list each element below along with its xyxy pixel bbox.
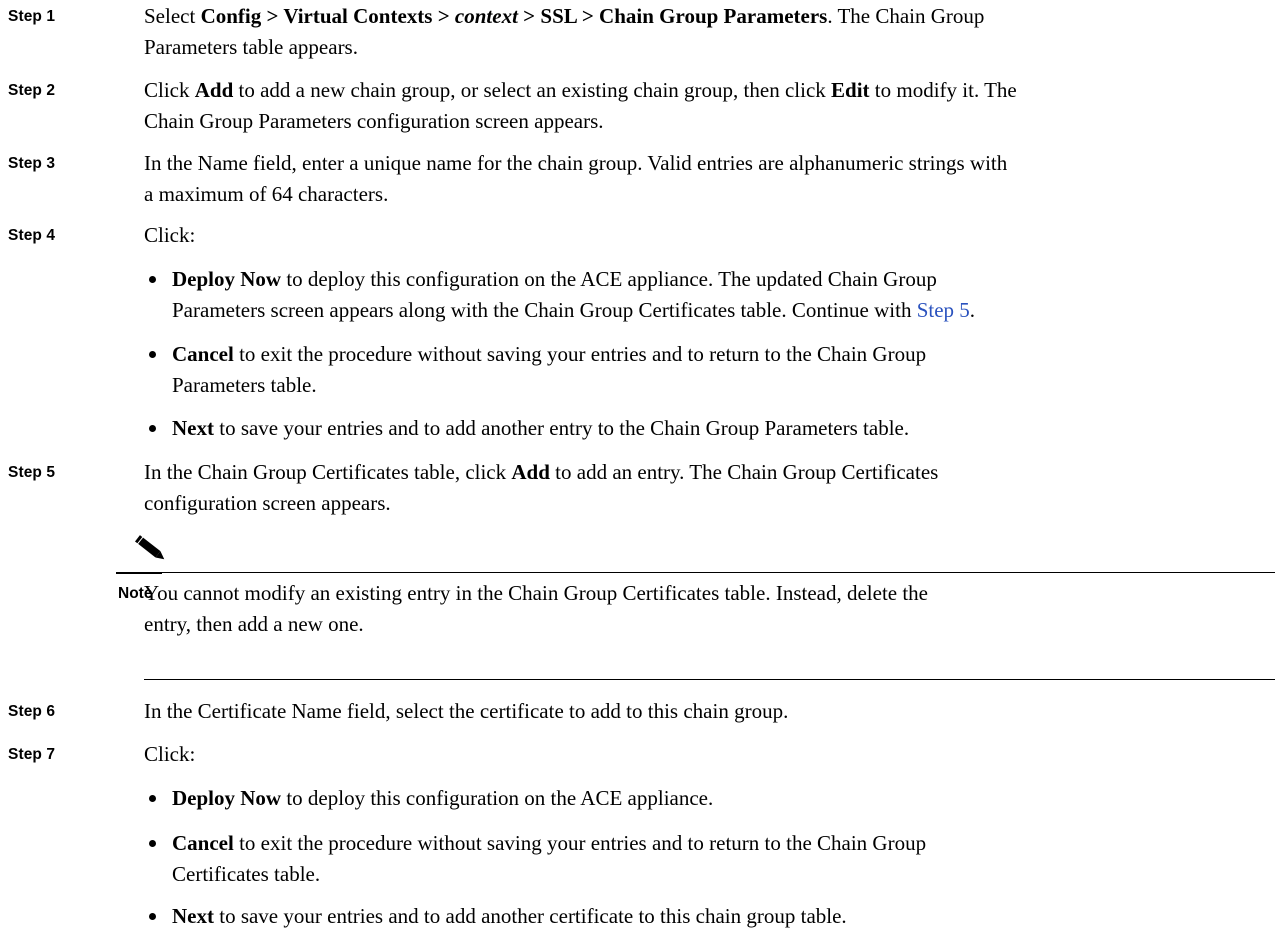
step-4-bullet-1: Deploy Now to deploy this configuration …: [172, 264, 937, 295]
step-6-line1: In the Certificate Name field, select th…: [144, 699, 789, 723]
step-1-text: Select Config > Virtual Contexts > conte…: [144, 1, 984, 32]
step-7-bullet-2: Cancel to exit the procedure without sav…: [172, 828, 926, 859]
step-5-post: to add an entry. The Chain Group Certifi…: [555, 460, 939, 484]
step-2-tail: to modify it. The: [874, 78, 1017, 102]
step-5-link[interactable]: Step 5: [917, 298, 970, 322]
step-6-label: Step 6: [8, 703, 56, 720]
step-7-bullet-1-text: to deploy this configuration on the ACE …: [286, 786, 714, 810]
step-5-line2: configuration screen appears.: [144, 491, 391, 515]
step-1-context: context: [454, 4, 518, 28]
step-1-path: Config > Virtual Contexts >: [200, 4, 450, 28]
bullet-icon: [149, 840, 156, 847]
step-7-intro: Click:: [144, 742, 196, 766]
note-marker-rule: [116, 572, 162, 574]
step-4-bullet-1-text2: Parameters screen appears along with the…: [172, 298, 912, 322]
step-7-bullet-1: Deploy Now to deploy this configuration …: [172, 783, 713, 814]
step-5-text: In the Chain Group Certificates table, c…: [144, 457, 938, 488]
step-7-bullet-3-text: to save your entries and to add another …: [219, 904, 847, 928]
step-5-label: Step 5: [8, 464, 56, 481]
step-7-bullet-2-line2: Certificates table.: [172, 862, 321, 886]
step-4-label: Step 4: [8, 227, 56, 244]
step-4-bullet-3: Next to save your entries and to add ano…: [172, 413, 909, 444]
step-2-edit: Edit: [831, 78, 870, 102]
cancel-term: Cancel: [172, 831, 234, 855]
cancel-term: Cancel: [172, 342, 234, 366]
note-top-rule: [116, 572, 1275, 573]
step-3-line1: In the Name field, enter a unique name f…: [144, 151, 1008, 175]
step-1-line2: Parameters table appears.: [144, 35, 358, 59]
step-2-add: Add: [194, 78, 234, 102]
step-4-bullet-2: Cancel to exit the procedure without sav…: [172, 339, 926, 370]
step-3-label: Step 3: [8, 155, 56, 172]
step-3-line2: a maximum of 64 characters.: [144, 182, 389, 206]
step-1-select: Select: [144, 4, 196, 28]
bullet-icon: [149, 351, 156, 358]
step-2-mid: to add a new chain group, or select an e…: [238, 78, 826, 102]
next-term: Next: [172, 904, 214, 928]
step-7-bullet-2-text: to exit the procedure without saving you…: [239, 831, 927, 855]
bullet-icon: [149, 795, 156, 802]
note-line1: You cannot modify an existing entry in t…: [144, 581, 929, 605]
step-4-bullet-2-line2: Parameters table.: [172, 373, 317, 397]
step-1-path-end: > SSL > Chain Group Parameters: [523, 4, 828, 28]
step-4-bullet-1-text: to deploy this configuration on the ACE …: [286, 267, 937, 291]
deploy-now-term: Deploy Now: [172, 786, 282, 810]
step-5-add: Add: [511, 460, 550, 484]
bullet-icon: [149, 276, 156, 283]
step-7-label: Step 7: [8, 746, 56, 763]
note-line2: entry, then add a new one.: [144, 612, 364, 636]
step-2-click: Click: [144, 78, 190, 102]
deploy-now-term: Deploy Now: [172, 267, 282, 291]
next-term: Next: [172, 416, 214, 440]
step-2-label: Step 2: [8, 82, 56, 99]
step-2-line2: Chain Group Parameters configuration scr…: [144, 109, 604, 133]
step-4-intro: Click:: [144, 223, 196, 247]
step-2-text: Click Add to add a new chain group, or s…: [144, 75, 1017, 106]
step-1-label: Step 1: [8, 8, 56, 25]
note-bottom-rule: [144, 679, 1275, 680]
step-7-bullet-3: Next to save your entries and to add ano…: [172, 901, 847, 932]
pencil-icon: [118, 534, 166, 570]
bullet-icon: [149, 425, 156, 432]
bullet-icon: [149, 913, 156, 920]
step-4-bullet-2-text: to exit the procedure without saving you…: [239, 342, 927, 366]
step-1-rest: . The Chain Group: [827, 4, 985, 28]
step-4-bullet-1-line2: Parameters screen appears along with the…: [172, 298, 976, 322]
step-4-bullet-3-text: to save your entries and to add another …: [219, 416, 910, 440]
step-5-pre: In the Chain Group Certificates table, c…: [144, 460, 507, 484]
